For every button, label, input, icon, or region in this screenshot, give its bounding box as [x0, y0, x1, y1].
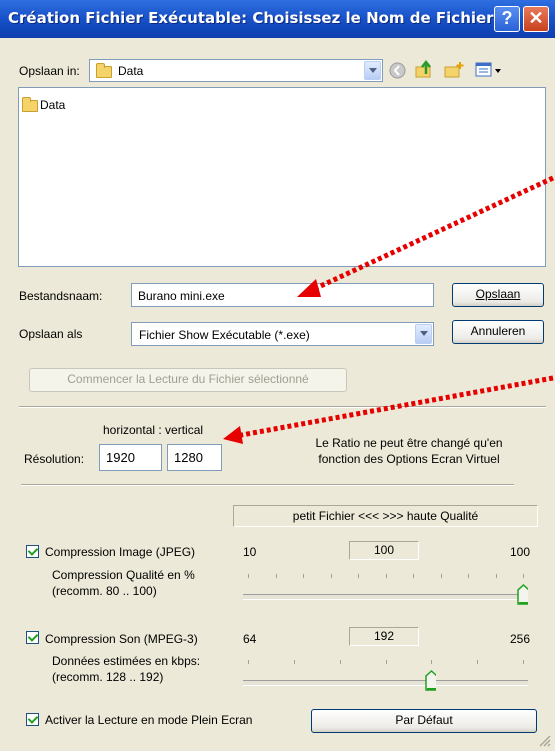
save-in-combo[interactable]: Data: [89, 59, 383, 82]
chevron-down-icon[interactable]: [415, 324, 432, 344]
filetype-combo[interactable]: Fichier Show Exécutable (*.exe): [131, 322, 434, 346]
start-playback-button[interactable]: Commencer la Lecture du Fichier sélectio…: [29, 368, 347, 392]
slider-tick: [248, 660, 249, 664]
horizontal-resolution-input[interactable]: 1920: [99, 444, 162, 471]
resolution-label: Résolution:: [24, 452, 85, 466]
filename-input[interactable]: Burano mini.exe: [131, 283, 434, 307]
save-in-value: Data: [118, 64, 144, 78]
folder-icon: [96, 63, 112, 78]
up-folder-icon[interactable]: [414, 60, 434, 80]
filename-label: Bestandsnaam:: [19, 289, 103, 303]
ratio-note-line1: Le Ratio ne peut être changé qu'en: [315, 436, 503, 450]
slider-tick: [523, 660, 524, 664]
slider-tick: [293, 660, 295, 664]
image-quality-desc2: (recomm. 80 .. 100): [52, 584, 157, 598]
sound-bitrate-desc2: (recomm. 128 .. 192): [52, 670, 164, 684]
close-button[interactable]: ✕: [523, 6, 549, 32]
slider-tick: [385, 660, 387, 664]
slider-tick: [385, 574, 387, 578]
ratio-note-line2: fonction des Options Ecran Virtuel: [318, 452, 500, 466]
slider-tick: [358, 574, 359, 578]
slider-tick: [431, 660, 433, 664]
slider-thumb[interactable]: [517, 584, 528, 605]
resolution-header: horizontal : vertical: [103, 423, 204, 437]
vertical-resolution-input[interactable]: 1280: [167, 444, 222, 471]
cancel-button[interactable]: Annuleren: [452, 320, 544, 344]
divider: [19, 406, 546, 408]
divider: [21, 484, 514, 486]
save-in-label: Opslaan in:: [19, 64, 80, 78]
file-list[interactable]: Data: [18, 87, 546, 267]
quality-scale-header: petit Fichier <<< >>> haute Qualité: [233, 505, 538, 527]
sound-bitrate-desc1: Données estimées en kbps:: [52, 654, 201, 668]
sound-bitrate-value: 192: [349, 627, 419, 646]
slider-tick: [339, 660, 341, 664]
slider-tick: [440, 574, 442, 578]
resize-grip-icon[interactable]: [538, 734, 552, 748]
save-button[interactable]: Opslaan: [452, 283, 544, 307]
chevron-down-icon[interactable]: [364, 61, 381, 80]
slider-thumb[interactable]: [425, 670, 437, 691]
new-folder-icon[interactable]: [443, 60, 465, 80]
image-compression-label: Compression Image (JPEG): [45, 545, 196, 559]
slider-tick: [468, 574, 469, 578]
title-bar[interactable]: Création Fichier Exécutable: Choisissez …: [0, 0, 555, 38]
slider-tick: [523, 574, 524, 578]
image-compression-checkbox[interactable]: [26, 545, 39, 558]
fullscreen-label: Activer la Lecture en mode Plein Ecran: [45, 713, 253, 727]
slider-tick: [303, 574, 304, 578]
filetype-value: Fichier Show Exécutable (*.exe): [139, 328, 310, 342]
filetype-label: Opslaan als: [19, 327, 83, 341]
sound-compression-checkbox[interactable]: [26, 631, 39, 644]
window-title: Création Fichier Exécutable: Choisissez …: [8, 9, 494, 27]
sound-bitrate-min: 64: [243, 632, 257, 646]
slider-tick: [477, 660, 479, 664]
sound-compression-label: Compression Son (MPEG-3): [45, 632, 198, 646]
help-button[interactable]: ?: [494, 6, 520, 32]
slider-tick: [248, 574, 249, 578]
image-quality-min: 10: [243, 545, 257, 559]
slider-tick: [413, 574, 414, 578]
slider-tick: [330, 574, 332, 578]
sound-bitrate-max: 256: [510, 632, 531, 646]
back-icon[interactable]: [389, 62, 406, 79]
slider-tick: [495, 574, 497, 578]
arrowhead-resolution: [223, 426, 243, 444]
image-quality-value: 100: [349, 541, 419, 560]
view-menu-icon[interactable]: [475, 61, 503, 79]
folder-icon: [22, 97, 38, 112]
image-quality-max: 100: [510, 545, 531, 559]
slider-tick: [275, 574, 277, 578]
slider-track[interactable]: [243, 680, 528, 686]
fullscreen-checkbox[interactable]: [26, 713, 39, 726]
default-button[interactable]: Par Défaut: [311, 709, 537, 733]
list-item-label: Data: [40, 98, 66, 112]
slider-track[interactable]: [243, 594, 528, 600]
image-quality-desc1: Compression Qualité en %: [52, 568, 195, 582]
dialog-window: Création Fichier Exécutable: Choisissez …: [0, 0, 555, 751]
